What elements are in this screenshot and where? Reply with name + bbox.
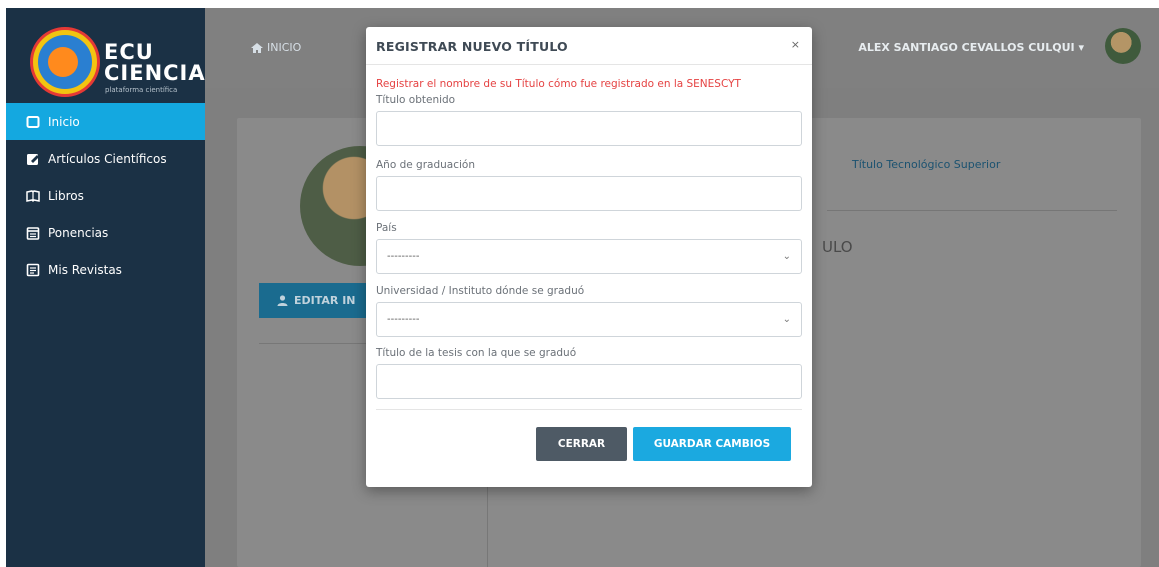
modal-footer: CERRAR GUARDAR CAMBIOS: [376, 409, 802, 487]
sidebar: ECU CIENCIA plataforma científica Inicio…: [6, 8, 205, 567]
universidad-select[interactable]: --------- ⌄: [376, 302, 802, 337]
save-button[interactable]: GUARDAR CAMBIOS: [633, 427, 791, 461]
logo-inner-mark: [48, 47, 78, 77]
home-icon: [251, 42, 263, 53]
chevron-down-icon: ⌄: [782, 251, 791, 262]
breadcrumb-home[interactable]: INICIO: [250, 41, 301, 54]
cancel-button[interactable]: CERRAR: [536, 427, 627, 461]
sidebar-item-label: Libros: [48, 188, 84, 203]
user-icon: [277, 295, 288, 306]
chevron-down-icon: ⌄: [782, 314, 791, 325]
close-icon[interactable]: ×: [791, 38, 800, 51]
user-name: ALEX SANTIAGO CEVALLOS CULQUI: [858, 41, 1075, 54]
edit-profile-label: EDITAR IN: [294, 294, 356, 307]
pais-selected-value: ---------: [387, 251, 420, 262]
brand-line-1: ECU: [104, 40, 154, 64]
tesis-label: Título de la tesis con la que se graduó: [376, 347, 577, 359]
sidebar-item-articulos[interactable]: Artículos Científicos: [6, 140, 205, 177]
book-icon: [26, 189, 40, 203]
document-icon: [26, 263, 40, 277]
titulo-label: Título obtenido: [376, 94, 456, 106]
sidebar-item-label: Ponencias: [48, 225, 109, 240]
sidebar-item-libros[interactable]: Libros: [6, 177, 205, 214]
pais-label: País: [376, 222, 397, 234]
sidebar-item-ponencias[interactable]: Ponencias: [6, 214, 205, 251]
user-menu[interactable]: ALEX SANTIAGO CEVALLOS CULQUI ▾: [858, 41, 1084, 54]
calendar-icon: [26, 226, 40, 240]
register-title-modal: REGISTRAR NUEVO TÍTULO × Registrar el no…: [366, 27, 812, 487]
divider: [827, 210, 1117, 211]
anio-input[interactable]: [376, 176, 802, 211]
instruction-text: Registrar el nombre de su Título cómo fu…: [376, 78, 741, 90]
titulo-input[interactable]: [376, 111, 802, 146]
sidebar-item-label: Mis Revistas: [48, 262, 122, 277]
breadcrumb-home-label: INICIO: [267, 41, 302, 54]
avatar[interactable]: [1105, 28, 1141, 64]
brand-line-2: CIENCIA: [104, 61, 206, 85]
pais-select[interactable]: --------- ⌄: [376, 239, 802, 274]
brand-name: ECU CIENCIA: [104, 42, 206, 84]
brand-tagline: plataforma científica: [105, 86, 178, 94]
anio-label: Año de graduación: [376, 159, 476, 171]
modal-body: Registrar el nombre de su Título cómo fu…: [366, 78, 812, 399]
universidad-selected-value: ---------: [387, 314, 420, 325]
title-type-link[interactable]: Título Tecnológico Superior: [852, 158, 1000, 171]
sidebar-item-inicio[interactable]: Inicio: [6, 103, 205, 140]
app-frame: ECU CIENCIA plataforma científica Inicio…: [0, 0, 1159, 567]
logo-icon: [33, 30, 97, 94]
caret-down-icon: ▾: [1078, 41, 1084, 54]
sidebar-item-revistas[interactable]: Mis Revistas: [6, 251, 205, 288]
universidad-label: Universidad / Instituto dónde se graduó: [376, 285, 585, 297]
sidebar-item-label: Artículos Científicos: [48, 151, 167, 166]
modal-title: REGISTRAR NUEVO TÍTULO: [376, 39, 568, 54]
modal-header: REGISTRAR NUEVO TÍTULO ×: [366, 27, 812, 65]
square-icon: [26, 115, 40, 129]
brand-logo[interactable]: ECU CIENCIA plataforma científica: [6, 8, 205, 103]
sidebar-item-label: Inicio: [48, 114, 80, 129]
tesis-input[interactable]: [376, 364, 802, 399]
section-heading: ULO: [822, 238, 853, 256]
edit-icon: [26, 152, 40, 166]
